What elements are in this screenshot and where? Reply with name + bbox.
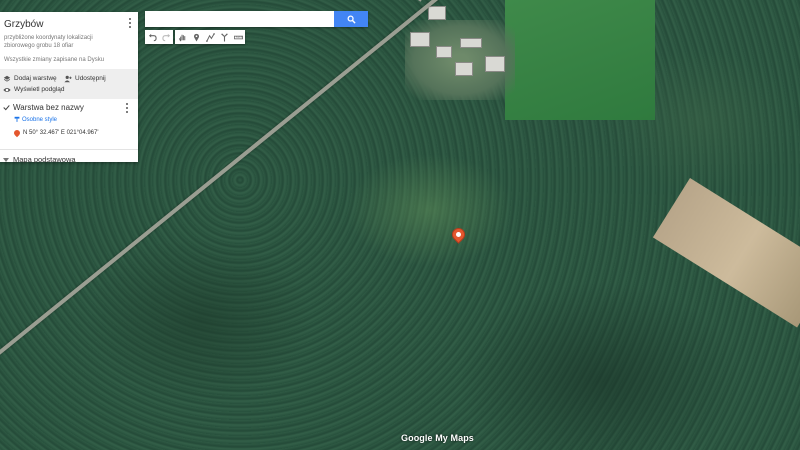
map-toolbar (145, 30, 245, 44)
checkbox-checked-icon[interactable] (3, 104, 10, 111)
share-button[interactable]: Udostępnij (64, 73, 106, 84)
pan-button[interactable] (175, 30, 189, 44)
building (436, 46, 452, 58)
add-person-icon (64, 75, 72, 82)
panel-header: Grzybów przybliżone koordynaty lokalizac… (0, 12, 138, 69)
eye-icon (3, 87, 11, 92)
building (460, 38, 482, 48)
directions-icon (220, 33, 228, 42)
layers-icon (3, 75, 11, 82)
map-options-icon[interactable] (128, 18, 132, 28)
style-link[interactable]: Osobne style (14, 116, 134, 123)
field-brown-area (652, 178, 800, 328)
search-icon (347, 15, 356, 24)
map-title[interactable]: Grzybów (4, 18, 132, 32)
ruler-icon (233, 35, 243, 39)
preview-label: Wyświetl podgląd (14, 86, 65, 93)
paint-roller-icon (14, 116, 20, 122)
building (455, 62, 473, 76)
panel-actions: Dodaj warstwę Udostępnij Wyświetl podglą… (0, 69, 138, 99)
hand-icon (178, 34, 185, 41)
undo-button[interactable] (145, 30, 159, 44)
add-marker-button[interactable] (189, 30, 203, 44)
point-coordinates: N 50° 32.467' E 021°04.967' (23, 130, 99, 136)
layer-options-icon[interactable] (125, 103, 129, 113)
base-map-toggle[interactable]: Mapa podstawowa (0, 150, 138, 164)
add-layer-button[interactable]: Dodaj warstwę (3, 73, 61, 84)
marker-icon (193, 33, 199, 42)
building (428, 6, 446, 20)
location-pin-icon[interactable] (449, 225, 468, 244)
field-green-area (505, 0, 655, 120)
style-link-label: Osobne style (22, 116, 58, 123)
map-panel: Grzybów przybliżone koordynaty lokalizac… (0, 12, 138, 164)
caret-down-icon (3, 157, 9, 162)
line-icon (205, 32, 215, 42)
save-status: Wszystkie zmiany zapisane na Dysku (4, 57, 105, 63)
share-label: Udostępnij (75, 75, 106, 82)
google-my-maps-logo: Google My Maps (401, 433, 474, 443)
add-layer-label: Dodaj warstwę (14, 75, 57, 82)
base-map-label: Mapa podstawowa (13, 155, 76, 164)
marker-icon (12, 128, 22, 138)
draw-line-button[interactable] (203, 30, 217, 44)
layer-name[interactable]: Warstwa bez nazwy (13, 103, 84, 112)
undo-icon (148, 33, 157, 41)
redo-icon (161, 33, 170, 41)
point-item[interactable]: N 50° 32.467' E 021°04.967' (12, 128, 134, 138)
measure-button[interactable] (231, 30, 245, 44)
preview-button[interactable]: Wyświetl podgląd (3, 84, 134, 95)
search-bar (145, 11, 368, 27)
building (485, 56, 505, 72)
search-button[interactable] (334, 11, 368, 27)
directions-button[interactable] (217, 30, 231, 44)
map-description[interactable]: przybliżone koordynaty lokalizacji zbior… (4, 34, 124, 50)
search-input[interactable] (145, 11, 334, 27)
layer-item: Warstwa bez nazwy Osobne style N 50° 32.… (0, 99, 138, 150)
redo-button[interactable] (159, 30, 173, 44)
building (410, 32, 430, 47)
